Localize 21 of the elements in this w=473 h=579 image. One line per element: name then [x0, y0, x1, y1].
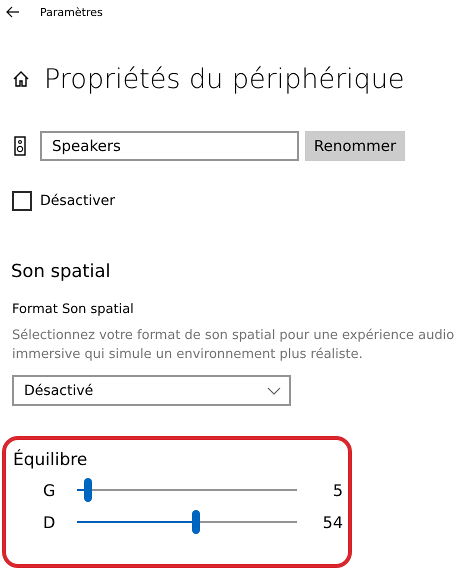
app-title: Paramètres [40, 6, 103, 18]
format-dropdown[interactable]: Désactivé [12, 375, 291, 406]
channel-label: G [42, 480, 56, 500]
slider-value: 54 [322, 512, 343, 532]
speaker-icon [14, 136, 26, 156]
slider-value: 5 [332, 480, 343, 500]
home-icon[interactable] [12, 70, 30, 88]
slider-thumb[interactable] [192, 510, 200, 534]
section-heading: Son spatial [11, 261, 112, 282]
device-name-field[interactable]: Speakers [40, 131, 299, 161]
format-label: Format Son spatial [12, 302, 135, 317]
page-title: Propriétés du périphérique [44, 64, 405, 94]
disable-checkbox[interactable] [12, 191, 32, 211]
checkbox-label: Désactiver [40, 193, 115, 209]
back-arrow-icon[interactable] [6, 6, 20, 18]
balance-heading: Équilibre [13, 450, 88, 470]
channel-label: D [42, 512, 56, 532]
rename-button[interactable]: Renommer [305, 131, 405, 161]
slider-thumb[interactable] [84, 478, 92, 502]
description-text: Sélectionnez votre format de son spatial pour une expérience audio immersive qui simule un environnement plus réaliste. [12, 327, 456, 364]
chevron-down-icon [267, 386, 281, 394]
